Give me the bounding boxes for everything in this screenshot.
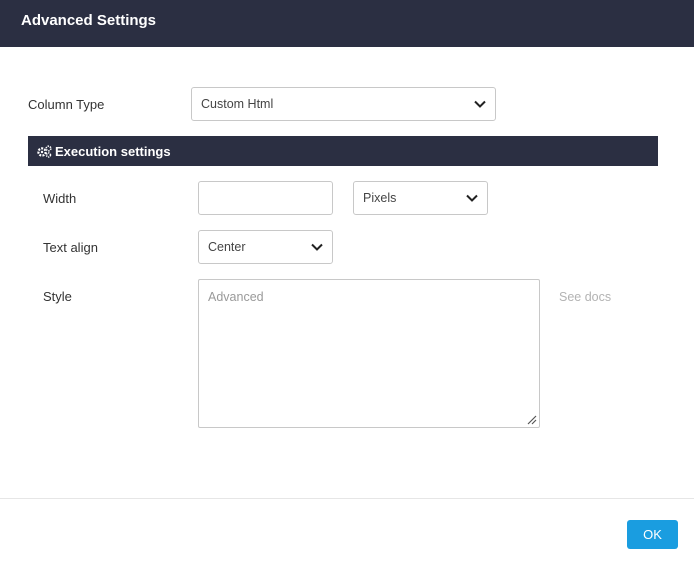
footer-divider	[0, 498, 694, 499]
dialog-title: Advanced Settings	[21, 12, 157, 29]
chevron-down-icon	[311, 243, 323, 251]
column-type-value: Custom Html	[201, 97, 274, 111]
style-textarea[interactable]: Advanced	[198, 279, 540, 428]
gears-icon	[37, 145, 52, 158]
dialog-header: Advanced Settings	[0, 0, 694, 47]
text-align-value: Center	[208, 240, 246, 254]
column-type-label: Column Type	[28, 97, 105, 112]
resize-handle-icon[interactable]	[526, 414, 537, 425]
see-docs-link[interactable]: See docs	[559, 290, 611, 304]
style-placeholder: Advanced	[208, 290, 264, 304]
chevron-down-icon	[474, 100, 486, 108]
style-label: Style	[43, 289, 72, 304]
width-label: Width	[43, 191, 77, 206]
width-input[interactable]	[198, 181, 333, 215]
width-unit-select[interactable]: Pixels	[353, 181, 488, 215]
text-align-select[interactable]: Center	[198, 230, 333, 264]
column-type-select[interactable]: Custom Html	[191, 87, 496, 121]
text-align-label: Text align	[43, 240, 98, 255]
section-title: Execution settings	[55, 144, 171, 159]
ok-button[interactable]: OK	[627, 520, 678, 549]
execution-settings-header: Execution settings	[28, 136, 658, 166]
chevron-down-icon	[466, 194, 478, 202]
width-unit-value: Pixels	[363, 191, 397, 205]
